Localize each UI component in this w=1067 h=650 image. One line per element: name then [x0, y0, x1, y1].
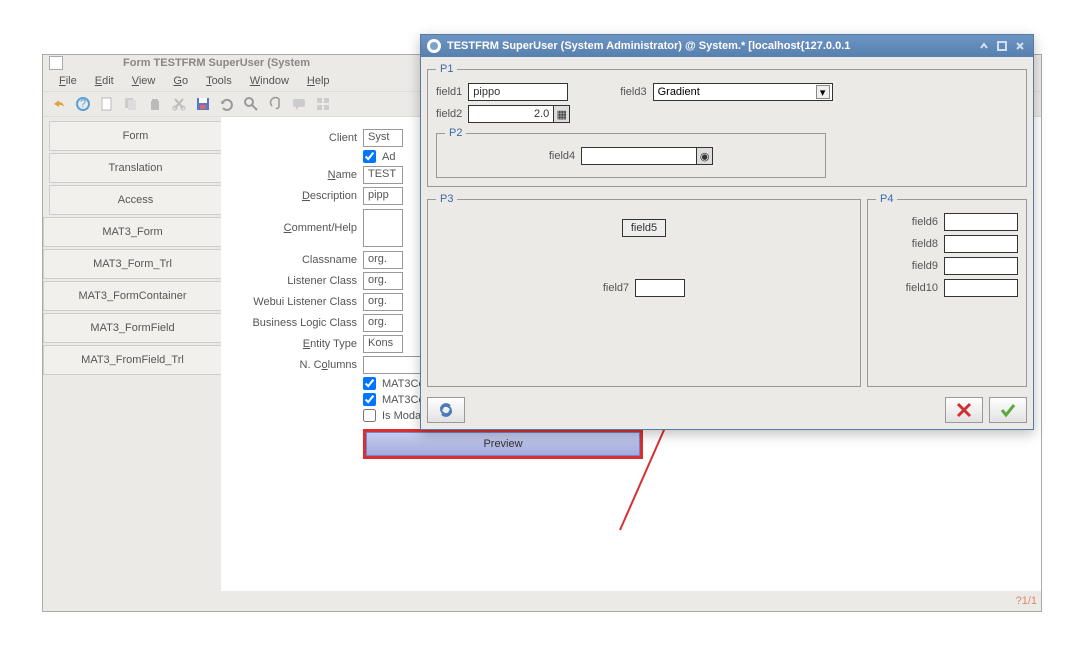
rollup-icon[interactable]: [977, 39, 991, 53]
entity-field[interactable]: Kons: [363, 335, 403, 353]
ncols-label: N. Columns: [233, 359, 363, 371]
search-icon[interactable]: [243, 96, 259, 112]
field9-label: field9: [890, 260, 938, 272]
field4-label: field4: [549, 150, 575, 162]
active-checkbox[interactable]: Ad: [363, 150, 395, 163]
sidebar-tab-mat3formfield[interactable]: MAT3_FormField: [43, 313, 221, 343]
menu-tools[interactable]: Tools: [198, 73, 240, 89]
popup-body: P1 field1 field3 Gradient ▾ field2 ▦ P: [421, 57, 1033, 429]
field9-input[interactable]: [944, 257, 1018, 275]
field10-input[interactable]: [944, 279, 1018, 297]
new-icon[interactable]: [99, 96, 115, 112]
chat-icon[interactable]: [291, 96, 307, 112]
sidebar-tab-mat3formcontainer[interactable]: MAT3_FormContainer: [43, 281, 221, 311]
menu-window[interactable]: Window: [242, 73, 297, 89]
desc-label: Description: [233, 190, 363, 202]
menu-help[interactable]: Help: [299, 73, 338, 89]
field10-label: field10: [890, 282, 938, 294]
classname-label: Classname: [233, 254, 363, 266]
sidebar-tab-form[interactable]: Form: [49, 121, 221, 151]
field6-label: field6: [890, 216, 938, 228]
field4-input[interactable]: [581, 147, 697, 165]
field8-label: field8: [890, 238, 938, 250]
webui-label: Webui Listener Class: [233, 296, 363, 308]
p2-legend: P2: [445, 127, 466, 139]
client-label: Client: [233, 132, 363, 144]
field3-select[interactable]: Gradient ▾: [653, 83, 833, 101]
listener-field[interactable]: org.: [363, 272, 403, 290]
field6-input[interactable]: [944, 213, 1018, 231]
chevron-down-icon: ▾: [816, 85, 830, 99]
panel-p2: P2 field4 ◉: [436, 127, 826, 178]
p4-legend: P4: [876, 193, 897, 205]
desc-field[interactable]: pipp: [363, 187, 403, 205]
menu-file[interactable]: File: [51, 73, 85, 89]
grid-icon[interactable]: [315, 96, 331, 112]
chk-ismodal[interactable]: Is Modal: [363, 409, 424, 422]
lookup-icon[interactable]: ◉: [697, 147, 713, 165]
cancel-button[interactable]: [945, 397, 983, 423]
comment-label: Comment/Help: [233, 222, 363, 234]
sidebar-tab-translation[interactable]: Translation: [49, 153, 221, 183]
main-title: Form TESTFRM SuperUser (System: [123, 57, 310, 69]
popup-titlebar: TESTFRM SuperUser (System Administrator)…: [421, 35, 1033, 57]
entity-label: Entity Type: [233, 338, 363, 350]
preview-button-highlight: Preview: [363, 429, 643, 459]
p3-legend: P3: [436, 193, 457, 205]
popup-footer: [427, 393, 1027, 423]
comment-field[interactable]: [363, 209, 403, 247]
refresh-button[interactable]: [427, 397, 465, 423]
classname-field[interactable]: org.: [363, 251, 403, 269]
biz-label: Business Logic Class: [233, 317, 363, 329]
svg-text:?: ?: [80, 98, 86, 110]
client-field[interactable]: Syst: [363, 129, 403, 147]
close-icon[interactable]: [1013, 39, 1027, 53]
refresh-icon[interactable]: [219, 96, 235, 112]
sidebar: Form Translation Access MAT3_Form MAT3_F…: [43, 117, 221, 591]
help-icon[interactable]: ?: [75, 96, 91, 112]
field3-label: field3: [620, 86, 646, 98]
document-icon: [49, 56, 63, 70]
popup-window: TESTFRM SuperUser (System Administrator)…: [420, 34, 1034, 430]
copy-icon[interactable]: [123, 96, 139, 112]
p1-legend: P1: [436, 63, 457, 75]
preview-button[interactable]: Preview: [366, 432, 640, 456]
delete-icon[interactable]: [147, 96, 163, 112]
name-label: Name: [233, 169, 363, 181]
ok-button[interactable]: [989, 397, 1027, 423]
maximize-icon[interactable]: [995, 39, 1009, 53]
listener-label: Listener Class: [233, 275, 363, 287]
undo-icon[interactable]: [51, 96, 67, 112]
menu-edit[interactable]: Edit: [87, 73, 122, 89]
sidebar-tab-access[interactable]: Access: [49, 185, 221, 215]
field7-label: field7: [603, 282, 629, 294]
field5-button[interactable]: field5: [622, 219, 666, 237]
calculator-icon[interactable]: ▦: [554, 105, 570, 123]
sidebar-tab-mat3fromfieldtrl[interactable]: MAT3_FromField_Trl: [43, 345, 221, 375]
menu-view[interactable]: View: [124, 73, 164, 89]
sidebar-tab-mat3form[interactable]: MAT3_Form: [43, 217, 221, 247]
popup-app-icon: [427, 39, 441, 53]
popup-title: TESTFRM SuperUser (System Administrator)…: [447, 40, 850, 52]
field8-input[interactable]: [944, 235, 1018, 253]
sidebar-tab-mat3formtrl[interactable]: MAT3_Form_Trl: [43, 249, 221, 279]
field2-input[interactable]: [468, 105, 554, 123]
name-field[interactable]: TEST: [363, 166, 403, 184]
field1-label: field1: [436, 86, 462, 98]
menu-go[interactable]: Go: [165, 73, 196, 89]
field7-input[interactable]: [635, 279, 685, 297]
panel-p1: P1 field1 field3 Gradient ▾ field2 ▦ P: [427, 63, 1027, 187]
status-text: ?1/1: [1016, 595, 1037, 607]
webui-field[interactable]: org.: [363, 293, 403, 311]
panel-p3: P3 field5 field7: [427, 193, 861, 387]
field1-input[interactable]: [468, 83, 568, 101]
save-icon[interactable]: [195, 96, 211, 112]
panel-p4: P4 field6 field8 field9 field10: [867, 193, 1027, 387]
cut-icon[interactable]: [171, 96, 187, 112]
field2-label: field2: [436, 108, 462, 120]
attach-icon[interactable]: [267, 96, 283, 112]
biz-field[interactable]: org.: [363, 314, 403, 332]
